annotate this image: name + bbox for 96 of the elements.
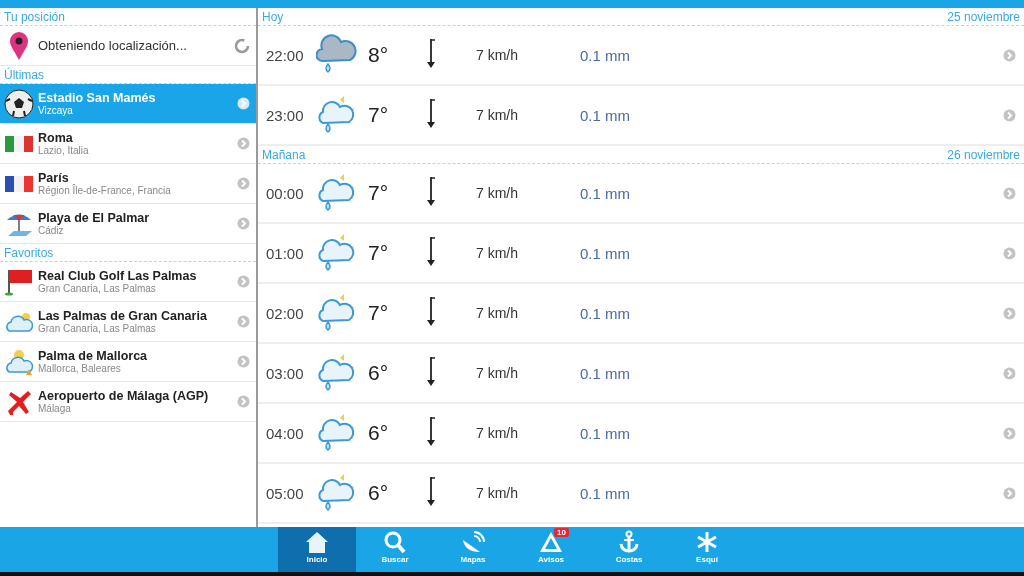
- chevron-icon: [237, 395, 250, 408]
- hour-time: 01:00: [266, 244, 305, 262]
- hour-time: 23:00: [266, 106, 305, 124]
- temperature: 7°: [367, 241, 390, 265]
- chevron-icon: [237, 97, 250, 110]
- hour-time: 05:00: [266, 484, 305, 502]
- location-region: Vizcaya: [38, 105, 74, 116]
- location-region: Cádiz: [38, 225, 65, 236]
- chevron-icon: [237, 217, 250, 230]
- hour-time: 22:00: [266, 46, 305, 64]
- location-region: Gran Canaria, Las Palmas: [38, 323, 157, 334]
- location-name: Las Palmas de Gran Canaria: [38, 309, 208, 323]
- chevron-icon: [237, 315, 250, 328]
- chevron-icon: [1003, 108, 1016, 122]
- wind-speed: 7 km/h: [476, 185, 519, 201]
- chevron-icon: [1003, 306, 1016, 320]
- rain-cloud-icon: [316, 34, 358, 76]
- temperature: 7°: [367, 301, 390, 325]
- wind-arrow-icon: [426, 37, 436, 69]
- precipitation: 0.1 mm: [580, 184, 631, 202]
- location-region: Málaga: [38, 403, 72, 414]
- section-title: Últimas: [4, 67, 44, 82]
- section-title: Tu posición: [4, 9, 65, 24]
- hour-time: 04:00: [266, 424, 305, 442]
- temperature: 8°: [367, 43, 390, 67]
- location-name: Real Club Golf Las Palmas: [38, 269, 198, 283]
- day-date: 26 noviembre: [947, 147, 1020, 162]
- hour-row[interactable]: 01:00 7° 7 km/h 0.1 mm: [258, 224, 1024, 284]
- notification-badge: 10: [554, 528, 569, 537]
- wind-speed: 7 km/h: [476, 305, 519, 321]
- location-region: Mallorca, Baleares: [38, 363, 122, 374]
- temperature: 6°: [367, 361, 390, 385]
- temperature: 6°: [367, 481, 390, 505]
- hour-row[interactable]: 22:00 8° 7 km/h 0.1 mm: [258, 26, 1024, 86]
- wind-arrow-icon: [426, 415, 436, 447]
- wind-arrow-icon: [426, 355, 436, 387]
- hour-row[interactable]: 03:00 6° 7 km/h 0.1 mm: [258, 344, 1024, 404]
- wind-speed: 7 km/h: [476, 485, 519, 501]
- chevron-icon: [1003, 186, 1016, 200]
- location-region: Lazio, Italia: [38, 145, 90, 156]
- day-title: Hoy: [262, 9, 284, 24]
- search-icon: [382, 530, 408, 554]
- section-title: Favoritos: [4, 245, 54, 260]
- wind-arrow-icon: [426, 235, 436, 267]
- wind-arrow-icon: [426, 475, 436, 507]
- hour-row[interactable]: 23:00 7° 7 km/h 0.1 mm: [258, 86, 1024, 146]
- nav-tab[interactable]: Avisos 10: [512, 527, 590, 572]
- temperature: 7°: [367, 103, 390, 127]
- wind-speed: 7 km/h: [476, 107, 519, 123]
- wind-arrow-icon: [426, 175, 436, 207]
- location-status: Obteniendo localización...: [38, 38, 188, 53]
- chevron-icon: [1003, 486, 1016, 500]
- chevron-icon: [237, 177, 250, 190]
- precipitation: 0.1 mm: [580, 484, 631, 502]
- satellite-dish-icon: [460, 530, 486, 554]
- precipitation: 0.1 mm: [580, 304, 631, 322]
- wind-speed: 7 km/h: [476, 47, 519, 63]
- wind-speed: 7 km/h: [476, 245, 519, 261]
- location-name: Roma: [38, 131, 74, 145]
- chevron-icon: [1003, 48, 1016, 62]
- nav-tab[interactable]: Inicio: [278, 527, 356, 572]
- location-name: París: [38, 171, 70, 185]
- precipitation: 0.1 mm: [580, 46, 631, 64]
- location-name: Palma de Mallorca: [38, 349, 149, 363]
- wind-arrow-icon: [426, 97, 436, 129]
- wind-arrow-icon: [426, 295, 436, 327]
- chevron-icon: [237, 355, 250, 368]
- temperature: 7°: [367, 181, 390, 205]
- day-title: Mañana: [262, 147, 306, 162]
- day-date: 25 noviembre: [947, 9, 1020, 24]
- chevron-icon: [1003, 246, 1016, 260]
- home-icon: [304, 530, 330, 554]
- precipitation: 0.1 mm: [580, 244, 631, 262]
- hour-time: 00:00: [266, 184, 305, 202]
- chevron-icon: [1003, 366, 1016, 380]
- precipitation: 0.1 mm: [580, 424, 631, 442]
- location-name: Estadio San Mamés: [38, 91, 157, 105]
- wind-speed: 7 km/h: [476, 365, 519, 381]
- temperature: 6°: [367, 421, 390, 445]
- hour-row[interactable]: 04:00 6° 7 km/h 0.1 mm: [258, 404, 1024, 464]
- hour-time: 03:00: [266, 364, 305, 382]
- chevron-icon: [1003, 426, 1016, 440]
- hour-row[interactable]: 02:00 7° 7 km/h 0.1 mm: [258, 284, 1024, 344]
- precipitation: 0.1 mm: [580, 106, 631, 124]
- location-region: Région Île-de-France, Francia: [38, 185, 172, 196]
- precipitation: 0.1 mm: [580, 364, 631, 382]
- chevron-icon: [237, 275, 250, 288]
- hour-row[interactable]: 00:00 7° 7 km/h 0.1 mm: [258, 164, 1024, 224]
- hour-row[interactable]: 05:00 6° 7 km/h 0.1 mm: [258, 464, 1024, 524]
- soccer-ball-icon: [4, 88, 34, 119]
- hour-time: 02:00: [266, 304, 305, 322]
- location-name: Aeropuerto de Málaga (AGP): [38, 389, 210, 403]
- location-name: Playa de El Palmar: [38, 211, 151, 225]
- location-region: Gran Canaria, Las Palmas: [38, 283, 157, 294]
- wind-speed: 7 km/h: [476, 425, 519, 441]
- chevron-icon: [237, 137, 250, 150]
